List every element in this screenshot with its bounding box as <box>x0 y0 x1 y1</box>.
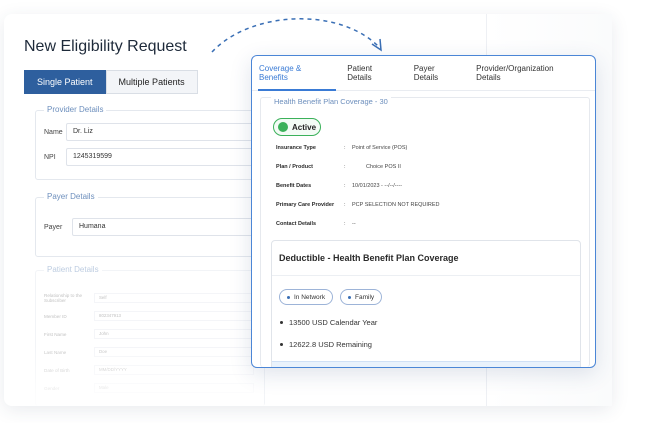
tab-coverage-benefits[interactable]: Coverage & Benefits <box>259 64 332 82</box>
patient-row-field[interactable]: Self <box>94 293 254 303</box>
payer-details-section: Payer Details Payer Humana <box>35 192 265 257</box>
tab-payer-details[interactable]: Payer Details <box>414 64 461 82</box>
info-value: -- <box>352 221 356 227</box>
patient-mode-tabs: Single Patient Multiple Patients <box>24 70 198 94</box>
tab-single-patient[interactable]: Single Patient <box>24 70 106 94</box>
plan-coverage-title: Health Benefit Plan Coverage - 30 <box>271 97 391 106</box>
patient-row-label: First Name <box>44 331 67 337</box>
info-key: Contact Details <box>276 221 317 227</box>
info-separator: : <box>344 145 346 151</box>
info-value: PCP SELECTION NOT REQUIRED <box>352 202 440 208</box>
npi-field[interactable]: 1245319599 <box>66 148 261 166</box>
info-separator: : <box>344 202 346 208</box>
info-value: Point of Service (POS) <box>352 145 408 151</box>
dashed-curve-arrow-icon <box>211 18 382 53</box>
patient-row-label: Member ID <box>44 313 67 319</box>
status-badge: Active <box>273 118 321 136</box>
info-key: Benefit Dates <box>276 183 312 189</box>
deductible-item-text: 12622.8 USD Remaining <box>289 340 372 349</box>
tab-provider-organization-details[interactable]: Provider/Organization Details <box>476 64 580 82</box>
chip-in-network[interactable]: In Network <box>279 289 334 305</box>
provider-name-row: Name Dr. Liz <box>44 123 261 141</box>
info-separator: : <box>344 183 346 189</box>
payer-label: Payer <box>44 223 63 231</box>
deductible-item: 13500 USD Calendar Year <box>280 318 377 327</box>
provider-name-label: Name <box>44 128 63 136</box>
stage: New Eligibility Request Single Patient M… <box>0 0 650 423</box>
info-row-benefit-dates: Benefit Dates : 10/01/2023 - --/--/---- <box>276 183 402 189</box>
info-key: Plan / Product <box>276 164 313 170</box>
chip-dot-icon <box>287 295 290 299</box>
provider-details-legend: Provider Details <box>44 105 107 114</box>
deductible-item: 12622.8 USD Remaining <box>280 340 372 349</box>
modal-tabs: Coverage & Benefits Patient Details Paye… <box>252 56 595 91</box>
active-tab-indicator <box>258 89 336 91</box>
deductible-item-text: 13500 USD Calendar Year <box>289 318 378 327</box>
patient-row: First Name John <box>44 329 254 339</box>
info-row-insurance-type: Insurance Type : Point of Service (POS) <box>276 145 407 151</box>
bottom-fade-overlay <box>4 344 264 406</box>
patient-row-field[interactable]: John <box>94 329 254 339</box>
info-key: Insurance Type <box>276 145 316 151</box>
patient-row-label: Relationship to the Subscriber <box>44 293 83 303</box>
info-row-contact-details: Contact Details : -- <box>276 221 356 227</box>
coverage-benefits-modal: Coverage & Benefits Patient Details Paye… <box>251 55 596 368</box>
info-separator: : <box>344 221 346 227</box>
patient-row-field[interactable]: 802347913 <box>94 311 254 321</box>
info-value: Choice POS II <box>366 164 401 170</box>
provider-details-section: Provider Details Name Dr. Liz NPI 124531… <box>35 105 265 180</box>
deductible-card: Deductible - Health Benefit Plan Coverag… <box>271 240 581 367</box>
info-row-plan-product: Plan / Product : Choice POS II <box>276 164 401 170</box>
chip-label: Family <box>355 293 375 301</box>
status-text: Active <box>292 122 317 132</box>
info-separator: : <box>344 164 346 170</box>
info-value: 10/01/2023 - --/--/---- <box>352 183 403 189</box>
npi-label: NPI <box>44 153 56 161</box>
plan-coverage-panel: Health Benefit Plan Coverage - 30 Active… <box>260 97 590 367</box>
payer-details-legend: Payer Details <box>44 192 98 201</box>
info-key: Primary Care Provider <box>276 202 335 208</box>
npi-row: NPI 1245319599 <box>44 148 261 166</box>
chip-family[interactable]: Family <box>340 289 383 305</box>
deductible-title: Deductible - Health Benefit Plan Coverag… <box>279 253 459 263</box>
info-row-primary-care-provider: Primary Care Provider : PCP SELECTION NO… <box>276 202 440 208</box>
provider-name-field[interactable]: Dr. Liz <box>66 123 261 141</box>
next-benefit-strip <box>272 361 580 367</box>
payer-field[interactable]: Humana <box>72 218 261 236</box>
chip-dot-icon <box>348 295 351 299</box>
deductible-divider <box>272 275 580 276</box>
patient-row: Relationship to the Subscriber Self <box>44 293 254 303</box>
tab-patient-details[interactable]: Patient Details <box>347 64 398 82</box>
patient-row: Member ID 802347913 <box>44 311 254 321</box>
page-title: New Eligibility Request <box>24 38 187 55</box>
tab-multiple-patients[interactable]: Multiple Patients <box>105 70 198 94</box>
status-dot-icon <box>278 122 288 132</box>
patient-details-legend: Patient Details <box>44 265 102 274</box>
chip-label: In Network <box>294 293 326 301</box>
bullet-dot-icon <box>280 321 283 324</box>
payer-row: Payer Humana <box>44 218 261 236</box>
bullet-dot-icon <box>280 343 283 346</box>
